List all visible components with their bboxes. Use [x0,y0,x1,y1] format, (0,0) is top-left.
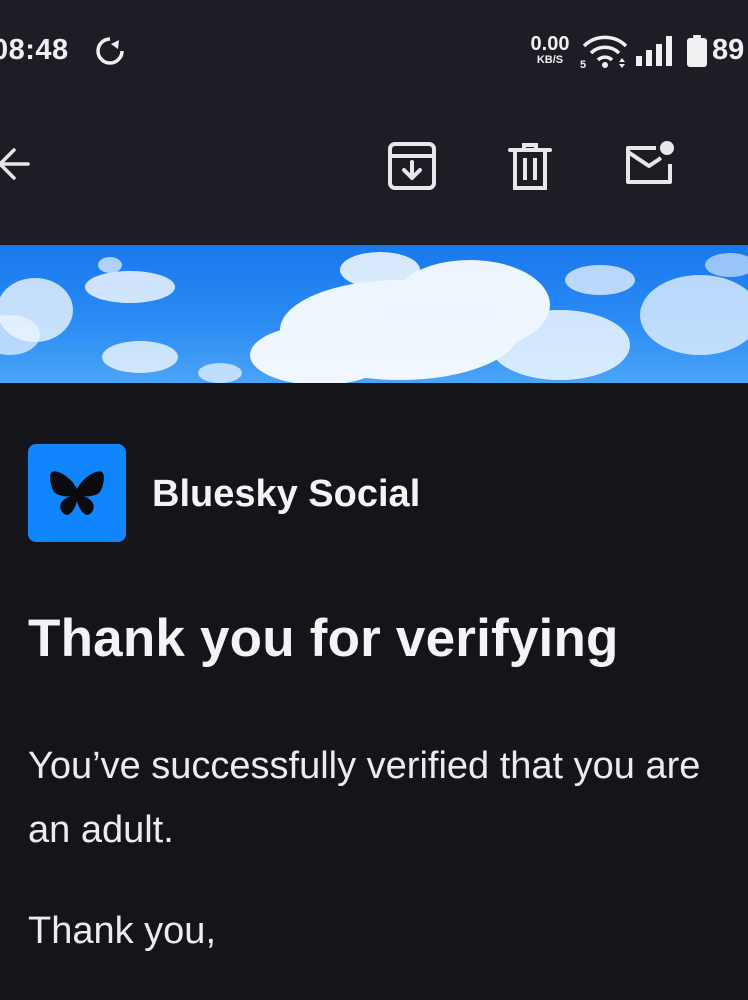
back-arrow-icon[interactable] [0,134,48,194]
battery-icon [687,35,707,67]
network-speed: 0.00 KB/S [524,34,576,66]
svg-text:5: 5 [580,59,586,70]
battery-percent: 89 [712,34,745,66]
wifi-icon: 5 [580,35,628,70]
email-body: You’ve successfully verified that you ar… [28,745,701,851]
network-speed-value: 0.00 [530,33,570,55]
email-signoff: Thank you, [28,910,216,952]
trash-icon[interactable] [500,136,560,196]
butterfly-icon [50,471,104,515]
email-headline: Thank you for verifying [28,609,619,668]
sender-name: Bluesky Social [152,473,421,515]
signal-icon [636,36,672,66]
sender-logo [28,444,126,542]
network-speed-unit: KB/S [536,54,564,66]
sync-icon [96,37,124,65]
mark-unread-icon[interactable] [618,134,678,194]
status-bar: 08:48 0.00 KB/S 5 89 [0,0,748,100]
sky-banner-image [0,245,748,383]
archive-icon[interactable] [382,136,442,196]
status-time: 08:48 [0,34,69,66]
email-toolbar [0,120,748,220]
